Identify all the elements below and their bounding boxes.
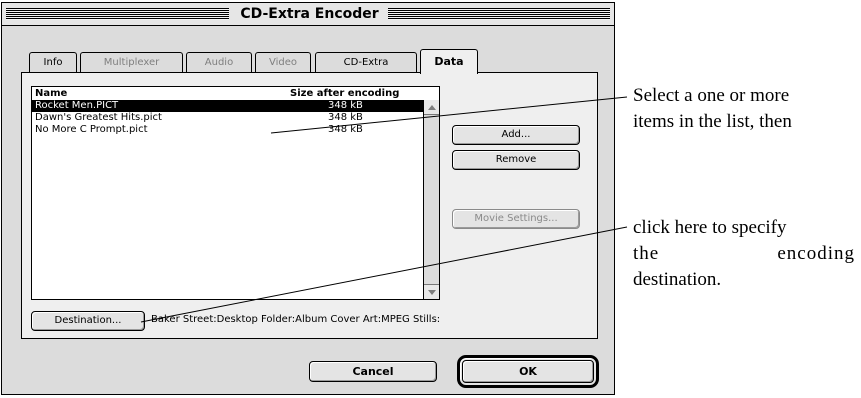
down-arrow-icon [427,289,436,295]
callout-line: click here to specify [633,217,787,238]
tab-multiplexer[interactable]: Multiplexer [80,52,183,72]
title-stripes-right [388,8,610,20]
callout-line: the encoding [633,243,855,264]
cancel-button[interactable]: Cancel [309,361,437,382]
list-header: Name Size after encoding [32,87,423,100]
file-size: 348 kB [328,124,363,135]
column-header-size[interactable]: Size after encoding [290,87,399,100]
file-name: No More C Prompt.pict [35,124,148,135]
tab-info[interactable]: Info [29,52,77,72]
list-item[interactable]: Rocket Men.PICT 348 kB [32,100,423,112]
file-name: Rocket Men.PICT [35,100,119,111]
destination-path: Baker Street:Desktop Folder:Album Cover … [151,314,441,325]
callout-line: items in the list, then [633,111,792,132]
remove-button[interactable]: Remove [452,150,580,170]
callout-line: Select a one or more [633,85,790,106]
file-list[interactable]: Name Size after encoding Rocket Men.PICT… [31,86,440,300]
list-scrollbar[interactable] [423,100,439,299]
data-tab-panel: Name Size after encoding Rocket Men.PICT… [21,72,598,339]
callout-select-items: Select a one or more items in the list, … [633,83,792,135]
list-item[interactable]: No More C Prompt.pict 348 kB [32,124,423,136]
column-header-name[interactable]: Name [35,87,67,100]
movie-settings-button[interactable]: Movie Settings... [452,209,580,229]
file-size: 348 kB [328,112,363,123]
tab-cd-extra[interactable]: CD-Extra [315,52,417,72]
tab-audio[interactable]: Audio [186,52,252,72]
scroll-down-arrow[interactable] [424,284,439,299]
up-arrow-icon [427,104,436,110]
add-button[interactable]: Add... [452,125,580,145]
title-stripes-left [6,8,229,20]
callout-destination: click here to specify the encoding desti… [633,215,855,293]
scroll-up-arrow[interactable] [424,100,439,115]
list-item[interactable]: Dawn's Greatest Hits.pict 348 kB [32,112,423,124]
tab-video[interactable]: Video [255,52,311,72]
callout-line: destination. [633,269,722,290]
cd-extra-encoder-window: CD-Extra Encoder Info Multiplexer Audio … [1,2,615,395]
file-name: Dawn's Greatest Hits.pict [35,112,162,123]
title-bar[interactable]: CD-Extra Encoder [2,3,614,26]
file-size: 348 kB [328,100,363,111]
tab-data[interactable]: Data [420,49,478,74]
ok-button[interactable]: OK [462,360,594,383]
window-title: CD-Extra Encoder [231,4,388,24]
destination-button[interactable]: Destination... [31,311,145,331]
